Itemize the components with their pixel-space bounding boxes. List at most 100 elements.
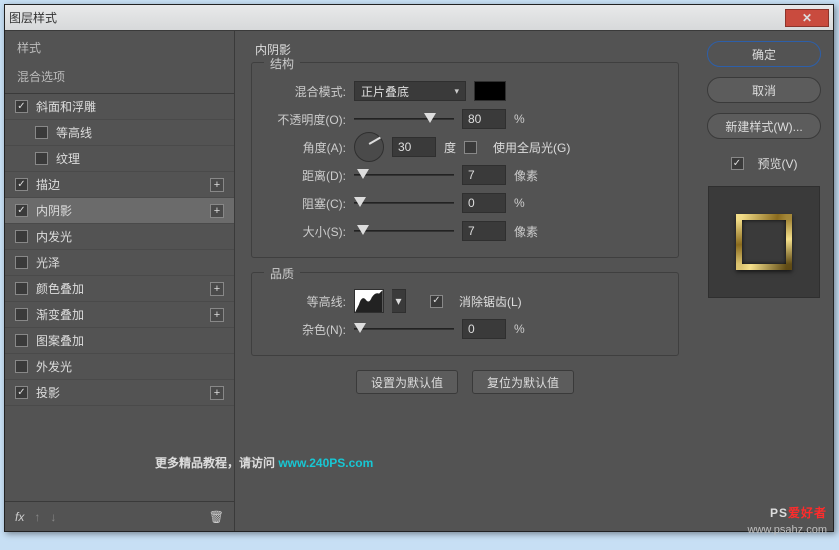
style-checkbox[interactable]	[15, 334, 28, 347]
add-effect-icon[interactable]: +	[210, 386, 224, 400]
style-row-4[interactable]: 内阴影+	[5, 198, 234, 224]
opacity-slider[interactable]	[354, 111, 454, 127]
blend-mode-value: 正片叠底	[361, 83, 409, 100]
size-label: 大小(S):	[266, 223, 346, 240]
size-slider[interactable]	[354, 223, 454, 239]
opacity-input[interactable]: 80	[462, 109, 506, 129]
angle-dial[interactable]	[354, 132, 384, 162]
style-row-8[interactable]: 渐变叠加+	[5, 302, 234, 328]
style-row-0[interactable]: 斜面和浮雕	[5, 94, 234, 120]
style-row-9[interactable]: 图案叠加	[5, 328, 234, 354]
fx-menu-button[interactable]: fx	[15, 510, 24, 524]
style-checkbox[interactable]	[15, 308, 28, 321]
style-row-7[interactable]: 颜色叠加+	[5, 276, 234, 302]
add-effect-icon[interactable]: +	[210, 204, 224, 218]
move-down-icon[interactable]: ↓	[50, 510, 56, 524]
ok-button[interactable]: 确定	[707, 41, 821, 67]
style-checkbox[interactable]	[15, 204, 28, 217]
add-effect-icon[interactable]: +	[210, 178, 224, 192]
right-panel: 确定 取消 新建样式(W)... 预览(V)	[695, 31, 833, 531]
chevron-down-icon: ▾	[395, 294, 401, 308]
window-title: 图层样式	[9, 9, 57, 26]
choke-input[interactable]: 0	[462, 193, 506, 213]
style-label: 投影	[36, 384, 210, 401]
style-label: 等高线	[56, 124, 224, 141]
set-default-button[interactable]: 设置为默认值	[356, 370, 458, 394]
style-row-6[interactable]: 光泽	[5, 250, 234, 276]
size-input[interactable]: 7	[462, 221, 506, 241]
global-light-label: 使用全局光(G)	[493, 139, 570, 156]
opacity-row: 不透明度(O): 80 %	[266, 105, 664, 133]
style-checkbox[interactable]	[15, 386, 28, 399]
promo-link: www.240PS.com	[278, 456, 373, 470]
style-checkbox[interactable]	[35, 152, 48, 165]
distance-row: 距离(D): 7 像素	[266, 161, 664, 189]
titlebar[interactable]: 图层样式 ✕	[5, 5, 833, 31]
distance-input[interactable]: 7	[462, 165, 506, 185]
angle-label: 角度(A):	[266, 139, 346, 156]
preview-toggle[interactable]: 预览(V)	[707, 155, 821, 172]
blend-mode-select[interactable]: 正片叠底 ▾	[354, 81, 466, 101]
quality-group: 品质 等高线: ▾ 消除锯齿(L) 杂色(N): 0 %	[251, 272, 679, 356]
antialias-checkbox[interactable]	[430, 295, 443, 308]
quality-legend: 品质	[264, 265, 300, 282]
choke-label: 阻塞(C):	[266, 195, 346, 212]
style-checkbox[interactable]	[15, 100, 28, 113]
distance-slider[interactable]	[354, 167, 454, 183]
style-checkbox[interactable]	[15, 178, 28, 191]
style-checkbox[interactable]	[15, 360, 28, 373]
noise-unit: %	[514, 322, 544, 336]
dialog-body: 样式 混合选项 斜面和浮雕等高线纹理描边+内阴影+内发光光泽颜色叠加+渐变叠加+…	[5, 31, 833, 531]
add-effect-icon[interactable]: +	[210, 282, 224, 296]
contour-picker[interactable]	[354, 289, 384, 313]
close-button[interactable]: ✕	[785, 9, 829, 27]
close-icon: ✕	[802, 11, 812, 25]
cancel-button[interactable]: 取消	[707, 77, 821, 103]
distance-unit: 像素	[514, 167, 544, 184]
contour-dropdown[interactable]: ▾	[392, 289, 406, 313]
contour-row: 等高线: ▾ 消除锯齿(L)	[266, 287, 664, 315]
add-effect-icon[interactable]: +	[210, 308, 224, 322]
style-row-3[interactable]: 描边+	[5, 172, 234, 198]
sidebar-footer: fx ↑ ↓ 🗑	[5, 501, 234, 531]
style-row-2[interactable]: 纹理	[5, 146, 234, 172]
style-checkbox[interactable]	[35, 126, 48, 139]
reset-default-button[interactable]: 复位为默认值	[472, 370, 574, 394]
opacity-unit: %	[514, 112, 544, 126]
layer-style-dialog: 图层样式 ✕ 样式 混合选项 斜面和浮雕等高线纹理描边+内阴影+内发光光泽颜色叠…	[4, 4, 834, 532]
style-label: 渐变叠加	[36, 306, 210, 323]
style-label: 斜面和浮雕	[36, 98, 224, 115]
style-label: 描边	[36, 176, 210, 193]
choke-row: 阻塞(C): 0 %	[266, 189, 664, 217]
new-style-button[interactable]: 新建样式(W)...	[707, 113, 821, 139]
global-light-checkbox[interactable]	[464, 141, 477, 154]
size-unit: 像素	[514, 223, 544, 240]
style-row-5[interactable]: 内发光	[5, 224, 234, 250]
antialias-label: 消除锯齿(L)	[459, 293, 522, 310]
preview-checkbox[interactable]	[731, 157, 744, 170]
noise-slider[interactable]	[354, 321, 454, 337]
sidebar-subheading[interactable]: 混合选项	[5, 64, 234, 94]
choke-slider[interactable]	[354, 195, 454, 211]
style-row-10[interactable]: 外发光	[5, 354, 234, 380]
angle-unit: 度	[444, 139, 456, 156]
style-checkbox[interactable]	[15, 282, 28, 295]
style-row-11[interactable]: 投影+	[5, 380, 234, 406]
style-row-1[interactable]: 等高线	[5, 120, 234, 146]
blend-color-swatch[interactable]	[474, 81, 506, 101]
style-checkbox[interactable]	[15, 230, 28, 243]
style-list: 斜面和浮雕等高线纹理描边+内阴影+内发光光泽颜色叠加+渐变叠加+图案叠加外发光投…	[5, 94, 234, 501]
noise-input[interactable]: 0	[462, 319, 506, 339]
move-up-icon[interactable]: ↑	[34, 510, 40, 524]
structure-group: 结构 混合模式: 正片叠底 ▾ 不透明度(O): 80 % 角度(A	[251, 62, 679, 258]
angle-input[interactable]: 30	[392, 137, 436, 157]
preview-thumbnail	[736, 214, 792, 270]
size-row: 大小(S): 7 像素	[266, 217, 664, 245]
noise-label: 杂色(N):	[266, 321, 346, 338]
distance-label: 距离(D):	[266, 167, 346, 184]
style-checkbox[interactable]	[15, 256, 28, 269]
opacity-label: 不透明度(O):	[266, 111, 346, 128]
watermark-logo: PS爱好者	[770, 501, 827, 522]
preview-box	[708, 186, 820, 298]
trash-icon[interactable]: 🗑	[209, 510, 224, 524]
